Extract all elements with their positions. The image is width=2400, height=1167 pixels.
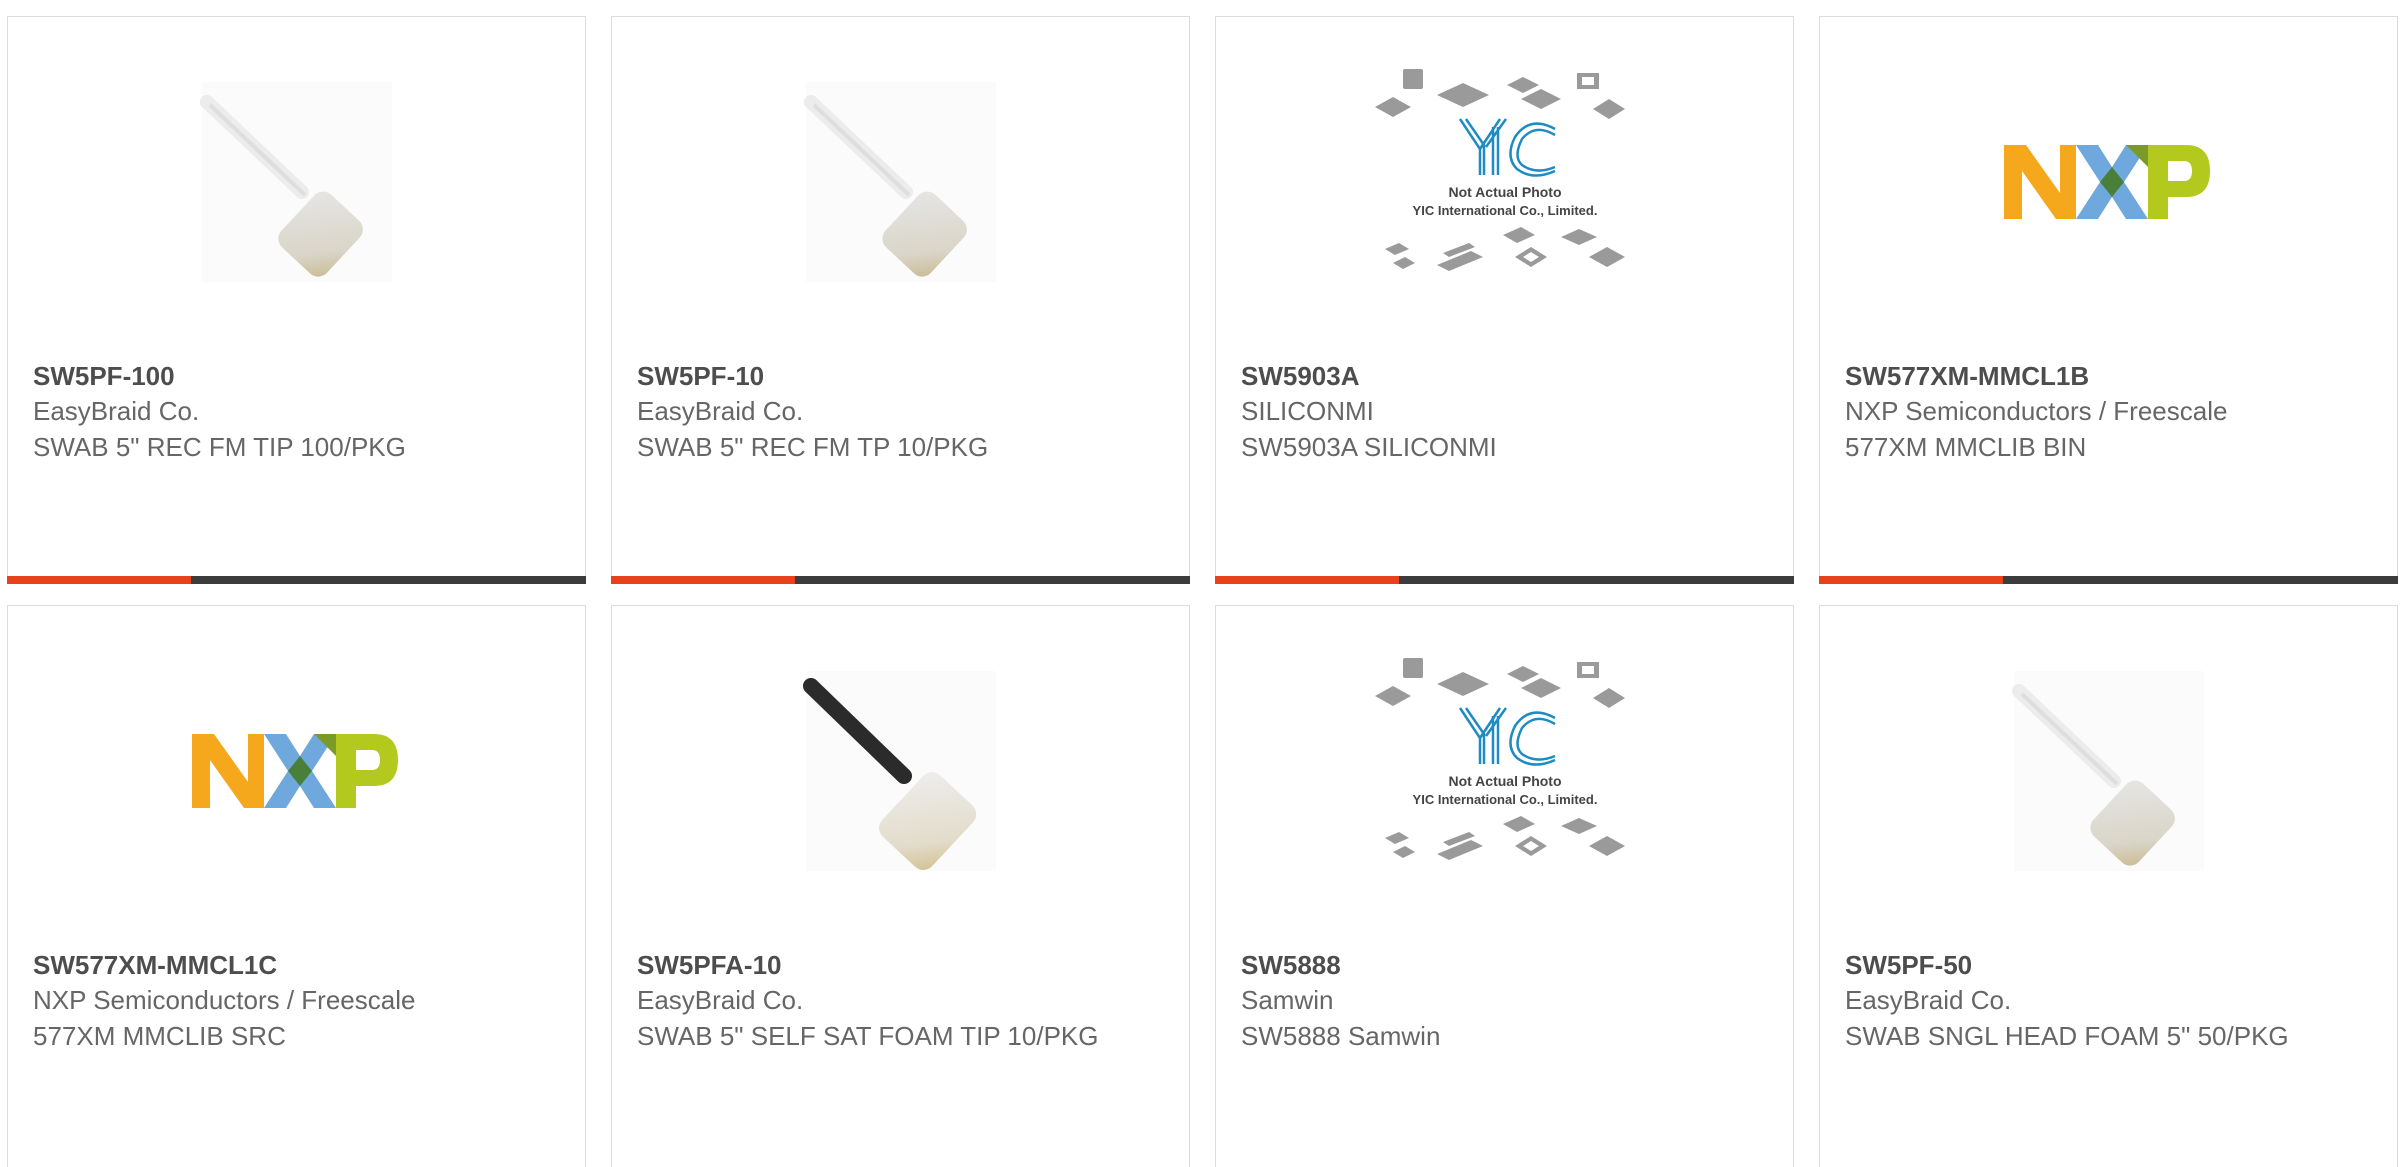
manufacturer: EasyBraid Co. [1845, 985, 2012, 1015]
product-card[interactable]: SW5PFA-10 EasyBraid Co. SWAB 5" SELF SAT… [611, 605, 1190, 1167]
product-description: SWAB 5" SELF SAT FOAM TIP 10/PKG [637, 1021, 1099, 1051]
foam-swab-icon [803, 82, 996, 282]
product-card[interactable]: Not Actual Photo YIC International Co., … [1215, 605, 1794, 1167]
product-image-placeholder[interactable]: Not Actual Photo YIC International Co., … [1216, 17, 1793, 347]
product-card[interactable]: SW5PF-50 EasyBraid Co. SWAB SNGL HEAD FO… [1819, 605, 2398, 1167]
product-card[interactable]: SW577XM-MMCL1C NXP Semiconductors / Free… [7, 605, 586, 1167]
product-description: SWAB 5" REC FM TP 10/PKG [637, 432, 989, 462]
product-description: SW5903A SILICONMI [1241, 432, 1497, 462]
product-image-swab[interactable] [612, 606, 1189, 936]
product-image-brand[interactable] [1820, 17, 2397, 347]
card-footer-bar [611, 576, 1190, 584]
product-grid: SW5PF-100 EasyBraid Co. SWAB 5" REC FM T… [0, 0, 2400, 1167]
part-number[interactable]: SW5888 [1241, 948, 1768, 982]
product-image-brand[interactable] [8, 606, 585, 936]
product-image-swab[interactable] [612, 17, 1189, 347]
product-description: SW5888 Samwin [1241, 1021, 1441, 1051]
manufacturer: NXP Semiconductors / Freescale [1845, 396, 2228, 426]
product-image-swab[interactable] [8, 17, 585, 347]
part-number[interactable]: SW577XM-MMCL1C [33, 948, 560, 982]
product-card[interactable]: Not Actual Photo YIC International Co., … [1215, 16, 1794, 584]
image-caption-line2: YIC International Co., Limited. [1412, 792, 1597, 807]
card-footer-bar [7, 576, 586, 584]
card-accent-bar [1215, 576, 1399, 584]
part-number[interactable]: SW577XM-MMCL1B [1845, 359, 2372, 393]
manufacturer: EasyBraid Co. [637, 396, 804, 426]
product-description: SWAB SNGL HEAD FOAM 5" 50/PKG [1845, 1021, 2289, 1051]
manufacturer: Samwin [1241, 985, 1334, 1015]
part-number[interactable]: SW5PFA-10 [637, 948, 1164, 982]
product-card[interactable]: SW577XM-MMCL1B NXP Semiconductors / Free… [1819, 16, 2398, 584]
nxp-logo [191, 734, 398, 808]
part-number[interactable]: SW5PF-10 [637, 359, 1164, 393]
product-image-placeholder[interactable]: Not Actual Photo YIC International Co., … [1216, 606, 1793, 936]
manufacturer: NXP Semiconductors / Freescale [33, 985, 416, 1015]
foam-swab-icon [802, 671, 996, 871]
part-number[interactable]: SW5PF-50 [1845, 948, 2372, 982]
product-image-swab[interactable] [1820, 606, 2397, 936]
product-description: 577XM MMCLIB SRC [33, 1021, 286, 1051]
card-accent-bar [7, 576, 191, 584]
not-actual-photo-image: Not Actual Photo YIC International Co., … [1374, 658, 1625, 860]
not-actual-photo-image: Not Actual Photo YIC International Co., … [1374, 69, 1625, 271]
manufacturer: EasyBraid Co. [33, 396, 200, 426]
image-caption-line1: Not Actual Photo [1448, 184, 1561, 200]
foam-swab-icon [2011, 671, 2204, 871]
yic-logo [1458, 118, 1556, 177]
image-caption-line1: Not Actual Photo [1448, 773, 1561, 789]
nxp-logo [2003, 145, 2210, 219]
product-card[interactable]: SW5PF-100 EasyBraid Co. SWAB 5" REC FM T… [7, 16, 586, 584]
card-accent-bar [611, 576, 795, 584]
manufacturer: SILICONMI [1241, 396, 1374, 426]
manufacturer: EasyBraid Co. [637, 985, 804, 1015]
part-number[interactable]: SW5PF-100 [33, 359, 560, 393]
card-footer-bar [1819, 576, 2398, 584]
image-caption-line2: YIC International Co., Limited. [1412, 203, 1597, 218]
card-accent-bar [1819, 576, 2003, 584]
card-footer-bar [1215, 576, 1794, 584]
product-description: SWAB 5" REC FM TIP 100/PKG [33, 432, 406, 462]
part-number[interactable]: SW5903A [1241, 359, 1768, 393]
product-description: 577XM MMCLIB BIN [1845, 432, 2087, 462]
foam-swab-icon [199, 82, 392, 282]
product-card[interactable]: SW5PF-10 EasyBraid Co. SWAB 5" REC FM TP… [611, 16, 1190, 584]
yic-logo [1458, 707, 1556, 766]
